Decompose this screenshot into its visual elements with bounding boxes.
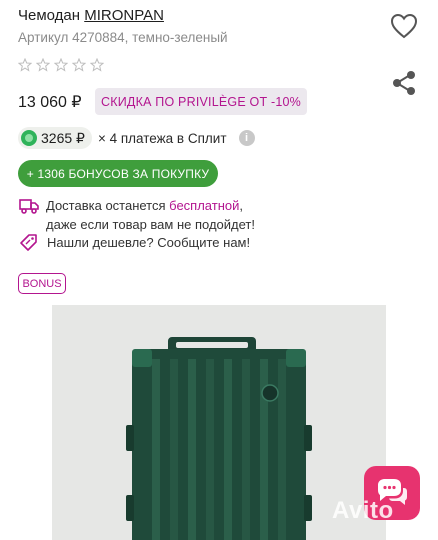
truck-icon (19, 199, 39, 214)
delivery-line2: даже если товар вам не подойдет! (46, 217, 255, 232)
star-icon (18, 58, 32, 72)
star-icon (90, 58, 104, 72)
split-amount: 3265 ₽ (41, 129, 85, 146)
found-cheaper-text: Нашли дешевле? Сообщите нам! (47, 234, 251, 250)
title-prefix: Чемодан (18, 7, 85, 24)
share-icon (393, 71, 415, 95)
bonus-tag: BONUS (18, 273, 66, 294)
heart-icon (390, 13, 418, 39)
split-logo-icon (21, 130, 37, 146)
split-text: × 4 платежа в Сплит (97, 130, 227, 146)
star-icon (72, 58, 86, 72)
star-icon (54, 58, 68, 72)
discount-badge[interactable]: СКИДКА ПО PRIVILÈGE ОТ -10% (95, 88, 307, 115)
share-button[interactable] (388, 68, 420, 98)
split-payment-row[interactable]: 3265 ₽ × 4 платежа в Сплит i (18, 127, 255, 149)
delivery-text: Доставка останется бесплатной, даже если… (46, 196, 255, 234)
star-icon (36, 58, 50, 72)
price: 13 060 ₽ (18, 94, 82, 111)
avito-watermark: Avito (332, 497, 394, 524)
rating-stars[interactable] (18, 58, 104, 72)
brand-link[interactable]: MIRONPAN (84, 7, 164, 24)
delivery-line1-end: , (239, 198, 244, 213)
product-title: Чемодан MIRONPAN (18, 7, 164, 24)
delivery-notice: Доставка останется бесплатной, даже если… (18, 196, 255, 234)
favorite-button[interactable] (388, 11, 420, 41)
delivery-line1-start: Доставка останется (46, 198, 170, 213)
split-pill: 3265 ₽ (18, 127, 92, 149)
delivery-free-highlight: бесплатной (169, 198, 240, 213)
sku-line: Артикул 4270884, темно-зеленый (18, 30, 228, 45)
price-tag-icon (20, 234, 37, 251)
info-icon[interactable]: i (238, 130, 255, 146)
bonus-button[interactable]: + 1306 БОНУСОВ ЗА ПОКУПКУ (18, 160, 218, 187)
found-cheaper-link[interactable]: Нашли дешевле? Сообщите нам! (18, 232, 250, 252)
